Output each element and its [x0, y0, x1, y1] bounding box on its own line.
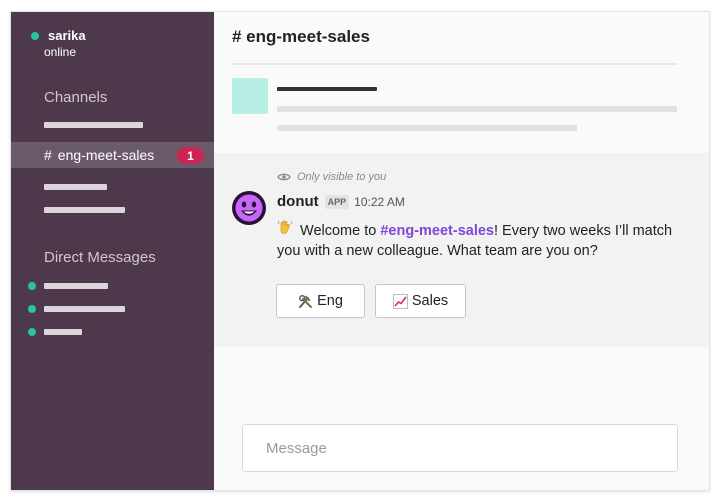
message-input[interactable]: [266, 439, 677, 457]
presence-dot-icon: [28, 328, 36, 336]
sidebar-item-dm-placeholder[interactable]: [44, 283, 108, 289]
message-body: Welcome to #eng-meet-sales! Every two we…: [277, 219, 687, 261]
bot-avatar[interactable]: [231, 190, 267, 226]
message-pane: # eng-meet-sales Only visible to you don…: [214, 12, 709, 490]
header-divider: [232, 63, 677, 65]
sidebar-item-channel-placeholder[interactable]: [44, 207, 125, 213]
sales-button[interactable]: Sales: [375, 284, 466, 318]
unread-badge: 1: [177, 147, 204, 164]
visibility-text: Only visible to you: [297, 171, 387, 183]
channels-heading[interactable]: Channels: [44, 89, 107, 106]
direct-messages-heading[interactable]: Direct Messages: [44, 249, 156, 266]
sidebar-item-channel-placeholder[interactable]: [44, 184, 107, 190]
hash-icon: #: [44, 147, 52, 163]
sidebar-item-channel-placeholder[interactable]: [44, 122, 143, 128]
hammer-wrench-icon: [298, 294, 313, 309]
message-text-start: Welcome to: [296, 223, 381, 239]
sender-name[interactable]: donut: [277, 193, 319, 210]
user-name: sarika: [48, 28, 86, 43]
page-title[interactable]: # eng-meet-sales: [232, 27, 370, 47]
app-badge: APP: [324, 194, 350, 209]
user-status: online: [44, 45, 77, 59]
eng-button-label: Eng: [317, 293, 343, 309]
presence-dot-icon: [31, 31, 39, 40]
placeholder-name: [277, 87, 377, 91]
sales-button-label: Sales: [411, 293, 449, 309]
app-window: sarika online Channels # eng-meet-sales …: [11, 12, 709, 490]
presence-dot-icon: [28, 282, 36, 290]
placeholder-avatar: [232, 78, 268, 114]
waving-hand-icon: [277, 219, 293, 241]
chart-increasing-icon: [392, 293, 408, 309]
placeholder-text: [277, 125, 577, 131]
message-header: donut APP 10:22 AM: [277, 193, 405, 210]
sidebar-item-dm-placeholder[interactable]: [44, 306, 125, 312]
sidebar-item-eng-meet-sales[interactable]: # eng-meet-sales 1: [11, 142, 214, 168]
visibility-note: Only visible to you: [277, 171, 386, 183]
sidebar-item-dm-placeholder[interactable]: [44, 329, 82, 335]
message-timestamp[interactable]: 10:22 AM: [354, 195, 405, 209]
eng-button[interactable]: Eng: [276, 284, 365, 318]
channel-name: eng-meet-sales: [57, 147, 155, 163]
sidebar: sarika online Channels # eng-meet-sales …: [11, 12, 214, 490]
channel-mention-link[interactable]: #eng-meet-sales: [380, 223, 494, 239]
eye-icon: [277, 172, 291, 182]
placeholder-text: [277, 106, 677, 112]
message-composer[interactable]: [242, 424, 678, 472]
presence-dot-icon: [28, 305, 36, 313]
user-menu[interactable]: sarika online: [31, 28, 86, 59]
